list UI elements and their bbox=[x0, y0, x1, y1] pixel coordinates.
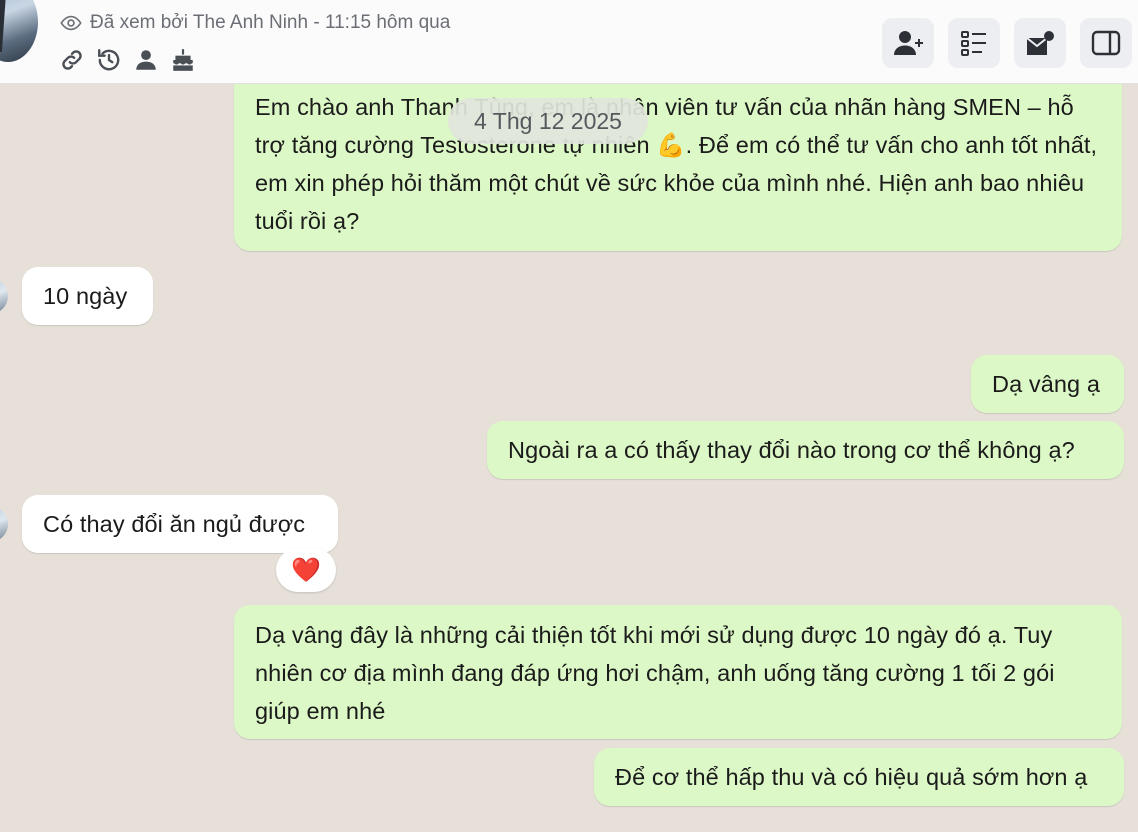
message-text: Ngoài ra a có thấy thay đổi nào trong cơ… bbox=[508, 437, 1075, 463]
date-separator: 4 Thg 12 2025 bbox=[448, 98, 648, 144]
header-actions bbox=[882, 18, 1132, 68]
history-icon[interactable] bbox=[95, 46, 122, 73]
message-outgoing[interactable]: Để cơ thể hấp thu và có hiệu quả sớm hơn… bbox=[594, 748, 1124, 806]
message-text: Em chào anh Thanh Tùng, em là nhân viên … bbox=[255, 94, 1098, 234]
link-icon[interactable] bbox=[58, 46, 85, 73]
message-outgoing[interactable]: Dạ vâng đây là những cải thiện tốt khi m… bbox=[234, 605, 1122, 739]
message-text: Có thay đổi ăn ngủ được bbox=[43, 511, 306, 537]
message-outgoing[interactable]: Ngoài ra a có thấy thay đổi nào trong cơ… bbox=[487, 421, 1124, 479]
list-button[interactable] bbox=[948, 18, 1000, 68]
add-contact-button[interactable] bbox=[882, 18, 934, 68]
message-text: Để cơ thể hấp thu và có hiệu quả sớm hơn… bbox=[615, 764, 1088, 790]
list-icon bbox=[961, 31, 986, 56]
add-contact-icon bbox=[894, 31, 923, 55]
heart-reaction[interactable]: ❤️ bbox=[276, 548, 336, 592]
seen-status: Đã xem bởi The Anh Ninh - 11:15 hôm qua bbox=[60, 11, 450, 35]
mailbox-icon bbox=[1026, 31, 1054, 55]
side-panel-button[interactable] bbox=[1080, 18, 1132, 68]
eye-icon bbox=[60, 15, 82, 31]
message-incoming[interactable]: 10 ngày bbox=[22, 267, 153, 325]
message-outgoing[interactable]: Em chào anh Thanh Tùng, em là nhân viên … bbox=[234, 70, 1122, 251]
person-icon[interactable] bbox=[132, 46, 159, 73]
message-text: Dạ vâng ạ bbox=[992, 371, 1101, 397]
message-outgoing[interactable]: Dạ vâng ạ bbox=[971, 355, 1124, 413]
contact-avatar-small[interactable] bbox=[0, 506, 8, 542]
contact-avatar-small[interactable] bbox=[0, 278, 8, 314]
contact-avatar[interactable] bbox=[0, 0, 38, 62]
seen-text: Đã xem bởi The Anh Ninh - 11:15 hôm qua bbox=[90, 12, 451, 33]
mailbox-button[interactable] bbox=[1014, 18, 1066, 68]
side-panel-icon bbox=[1091, 30, 1121, 56]
heart-icon: ❤️ bbox=[291, 556, 321, 584]
cake-icon[interactable] bbox=[169, 46, 196, 73]
message-incoming[interactable]: Có thay đổi ăn ngủ được bbox=[22, 495, 338, 553]
chat-header: Đã xem bởi The Anh Ninh - 11:15 hôm qua bbox=[0, 0, 1138, 84]
message-text: Dạ vâng đây là những cải thiện tốt khi m… bbox=[255, 622, 1055, 724]
contact-meta-icons bbox=[58, 46, 196, 73]
message-text: 10 ngày bbox=[43, 283, 128, 309]
